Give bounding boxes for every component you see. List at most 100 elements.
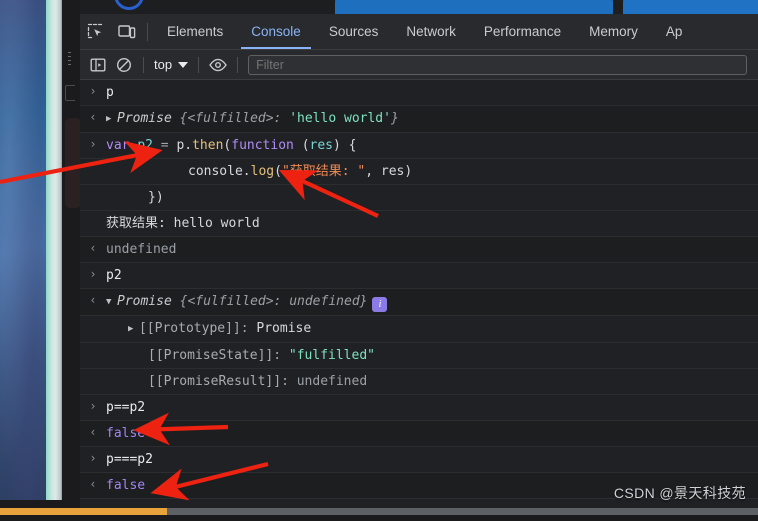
console-row-content: [[PromiseState]]: "fulfilled": [106, 345, 758, 366]
window-edge-strip: [46, 0, 62, 521]
tab-application-label: Ap: [665, 24, 683, 39]
input-marker-icon: ›: [89, 84, 97, 98]
tab-network-label: Network: [406, 24, 456, 39]
code-token: }): [148, 190, 164, 205]
code-token: "fulfilled": [288, 348, 375, 363]
output-marker-icon: ‹: [89, 425, 97, 439]
partial-page-content: [65, 118, 81, 208]
console-row[interactable]: [[PromiseResult]]: undefined: [80, 369, 758, 395]
console-row[interactable]: 获取结果: hello world: [80, 211, 758, 237]
code-token: Promise: [117, 111, 180, 126]
console-row[interactable]: › var p2 = p.then(function (res) {: [80, 133, 758, 159]
code-token: :: [273, 348, 289, 363]
row-gutter: [80, 371, 106, 373]
code-token: log: [250, 164, 275, 179]
console-row[interactable]: › p===p2: [80, 447, 758, 473]
tab-sources[interactable]: Sources: [315, 14, 393, 49]
code-token: (: [301, 138, 310, 153]
live-expression-icon[interactable]: [205, 52, 231, 78]
devtools-screenshot: Elements Console Sources Network Perform…: [0, 0, 758, 521]
console-row[interactable]: › p2: [80, 263, 758, 289]
console-row-content: ▶ Promise {<fulfilled>: 'hello world'}: [106, 108, 758, 130]
disclosure-collapsed-icon[interactable]: ▶: [128, 319, 139, 340]
code-token: Promise: [117, 294, 180, 309]
disclosure-expanded-icon[interactable]: ▼: [106, 292, 117, 313]
console-row-content: var p2 = p.then(function (res) {: [106, 135, 758, 156]
tab-memory-label: Memory: [589, 24, 638, 39]
console-row-content: p: [106, 82, 758, 103]
tab-network[interactable]: Network: [392, 14, 470, 49]
row-gutter: [80, 213, 106, 215]
code-token: p===p2: [106, 452, 153, 467]
tab-console-label: Console: [251, 24, 301, 39]
console-row[interactable]: ‹ undefined: [80, 237, 758, 263]
toolbar-divider-1: [143, 56, 144, 73]
code-token: ): [404, 164, 413, 179]
code-token: {<fulfilled>:: [179, 111, 290, 126]
code-token: undefined: [106, 242, 177, 257]
code-token: then: [192, 138, 224, 153]
console-filter-input[interactable]: [248, 54, 747, 75]
inspect-element-icon[interactable]: [80, 14, 111, 49]
console-row[interactable]: console.log("获取结果: ", res): [80, 159, 758, 185]
code-token: }: [390, 111, 399, 126]
console-message-list[interactable]: › p ‹ ▶ Promise {<fulfilled>: 'hello world'}…: [80, 80, 758, 521]
chevron-down-icon: [178, 61, 189, 68]
tab-sources-label: Sources: [328, 24, 379, 39]
toolbar-divider-2: [198, 56, 200, 73]
console-sidebar-icon[interactable]: [85, 52, 111, 78]
browser-tab-1[interactable]: [335, 0, 613, 14]
console-row[interactable]: ‹ ▶ Promise {<fulfilled>: 'hello world'}: [80, 106, 758, 133]
input-marker-icon: ›: [89, 267, 97, 281]
console-row[interactable]: ‹ ▼ Promise {<fulfilled>: undefined} i: [80, 289, 758, 316]
output-marker-icon: ‹: [89, 110, 97, 124]
disclosure-collapsed-icon[interactable]: ▶: [106, 109, 117, 130]
console-row[interactable]: [[PromiseState]]: "fulfilled": [80, 343, 758, 369]
console-row-content: undefined: [106, 239, 758, 260]
console-row[interactable]: ‹ false: [80, 421, 758, 447]
console-row-content: ▶ [[Prototype]]: Promise: [106, 318, 758, 340]
code-token: {<fulfilled>:: [179, 294, 290, 309]
code-token: res: [309, 138, 334, 153]
console-row-content: }): [106, 187, 758, 208]
tab-elements[interactable]: Elements: [153, 14, 237, 49]
horizontal-scrollbar[interactable]: [80, 508, 758, 515]
code-token: p.: [176, 138, 193, 153]
code-token: undefined: [289, 294, 360, 309]
code-token: :: [281, 374, 297, 389]
console-row-content: [[PromiseResult]]: undefined: [106, 371, 758, 392]
clear-console-icon[interactable]: [111, 52, 137, 78]
code-token: }: [359, 294, 368, 309]
tab-memory[interactable]: Memory: [575, 14, 652, 49]
code-token: var: [106, 138, 138, 153]
console-row[interactable]: }): [80, 185, 758, 211]
devtools-tabbar: Elements Console Sources Network Perform…: [80, 14, 758, 50]
execution-context-select[interactable]: top: [150, 57, 192, 72]
browser-tab-2[interactable]: [623, 0, 758, 14]
code-token: false: [106, 478, 146, 493]
drag-handle-dots-icon: [68, 52, 71, 68]
tab-application[interactable]: Ap: [652, 14, 697, 49]
toolbar-divider-3: [237, 56, 239, 73]
console-row[interactable]: › p: [80, 80, 758, 106]
device-toolbar-icon[interactable]: [111, 14, 142, 49]
code-token: 获取结果: hello world: [106, 216, 260, 231]
info-icon[interactable]: i: [372, 297, 388, 312]
tabbar-divider: [147, 22, 148, 41]
code-token: :: [240, 321, 257, 336]
code-token: p==p2: [106, 400, 146, 415]
code-token: undefined: [296, 374, 368, 389]
console-row[interactable]: ▶ [[Prototype]]: Promise: [80, 316, 758, 343]
output-marker-icon: ‹: [89, 477, 97, 491]
console-row[interactable]: › p==p2: [80, 395, 758, 421]
code-token: [[PromiseResult]]: [148, 374, 282, 389]
code-token: "获取结果: ": [281, 164, 366, 179]
code-token: ) {: [333, 138, 357, 153]
code-token: p: [106, 85, 114, 100]
tab-console[interactable]: Console: [237, 14, 315, 49]
console-row-content: p2: [106, 265, 758, 286]
output-marker-icon: ‹: [89, 241, 97, 255]
tab-performance-label: Performance: [483, 24, 562, 39]
tab-performance[interactable]: Performance: [470, 14, 575, 49]
code-token: res: [380, 164, 405, 179]
